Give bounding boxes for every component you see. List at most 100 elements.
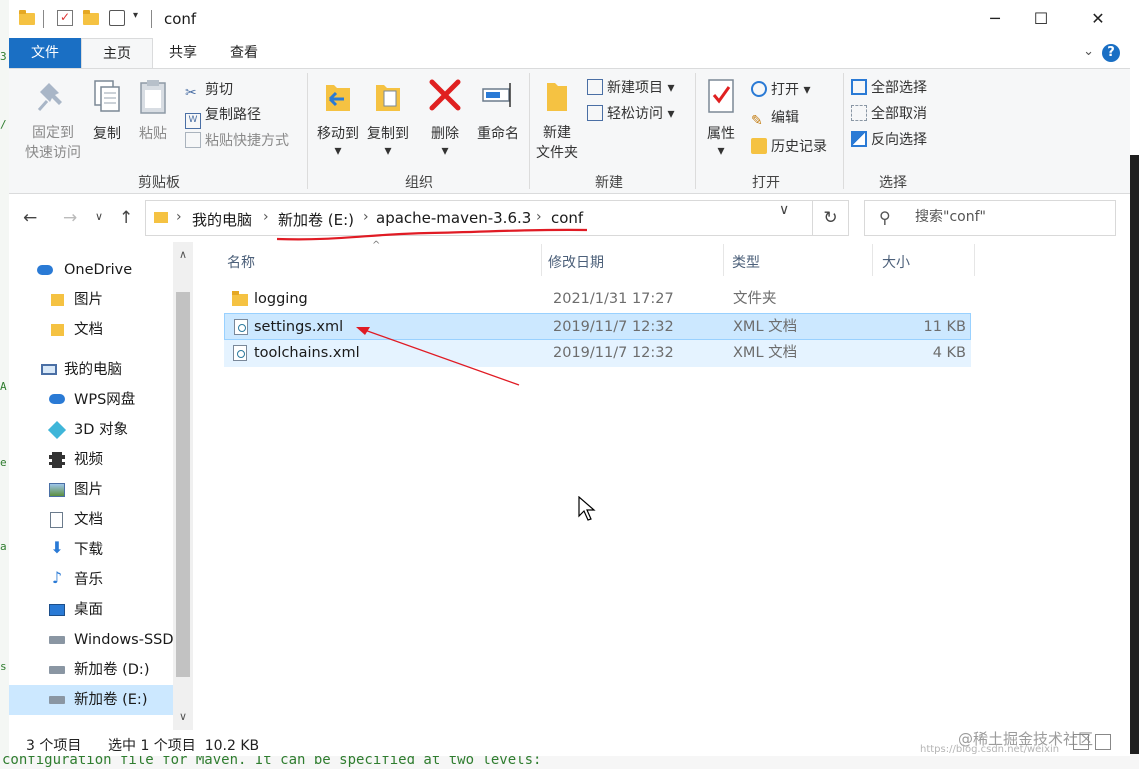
easy-access-icon xyxy=(587,105,603,121)
drive-icon xyxy=(49,696,65,704)
tab-view[interactable]: 查看 xyxy=(213,38,275,68)
search-box[interactable]: ⚲ xyxy=(864,200,1116,236)
copy-path-label: 复制路径 xyxy=(205,107,261,123)
copy-to-icon xyxy=(376,85,400,111)
new-group-label: 新建 xyxy=(595,175,623,191)
open-button[interactable]: 打开 ▾ xyxy=(751,79,810,99)
nav-item-wps-drive[interactable]: WPS网盘 xyxy=(9,385,173,415)
invert-selection-button[interactable]: 反向选择 xyxy=(851,129,927,149)
nav-item-videos[interactable]: 视频 xyxy=(9,445,173,475)
nav-item-onedrive[interactable]: OneDrive xyxy=(9,255,173,285)
copy-to-button[interactable]: 复制到 ▾ xyxy=(363,75,413,159)
nav-item-label: 下载 xyxy=(74,542,103,558)
paste-button[interactable]: 粘贴 xyxy=(133,75,173,143)
history-button[interactable]: 历史记录 xyxy=(751,136,827,156)
open-label: 打开 xyxy=(771,82,799,98)
nav-item-label: 我的电脑 xyxy=(64,362,122,378)
cloud-icon xyxy=(49,394,65,404)
bg-frag: a xyxy=(0,540,7,553)
pin-icon xyxy=(37,83,62,111)
minimize-button[interactable]: ─ xyxy=(972,0,1018,38)
copy-path-icon: W xyxy=(185,113,201,129)
scroll-up-arrow-icon[interactable]: ∧ xyxy=(173,248,193,261)
open-icon xyxy=(751,81,767,97)
file-type: XML 文档 xyxy=(733,345,798,361)
rename-button[interactable]: 重命名 xyxy=(471,75,525,143)
select-all-button[interactable]: 全部选择 xyxy=(851,77,927,97)
close-button[interactable]: ✕ xyxy=(1075,0,1121,38)
easy-access-label: 轻松访问 xyxy=(607,106,663,122)
file-size: 11 KB xyxy=(923,319,966,335)
nav-item-onedrive-pictures[interactable]: 图片 xyxy=(9,285,173,315)
nav-item-music[interactable]: ♪ 音乐 xyxy=(9,565,173,595)
bg-frag: A xyxy=(0,380,7,393)
move-to-button[interactable]: 移动到 ▾ xyxy=(313,75,363,159)
status-selection: 选中 1 个项目 10.2 KB xyxy=(108,738,260,754)
refresh-button[interactable]: ↻ xyxy=(813,200,849,236)
nav-item-documents[interactable]: 文档 xyxy=(9,505,173,535)
easy-access-button[interactable]: 轻松访问 ▾ xyxy=(587,103,674,123)
rename-icon[interactable] xyxy=(109,10,125,26)
copy-label: 复制 xyxy=(93,126,121,142)
scrollbar-thumb[interactable] xyxy=(176,292,190,677)
tab-home[interactable]: 主页 xyxy=(81,38,153,68)
paste-shortcut-button[interactable]: 粘贴快捷方式 xyxy=(185,130,289,150)
edit-button[interactable]: ✎ 编辑 xyxy=(751,107,799,129)
nav-item-drive-d[interactable]: 新加卷 (D:) xyxy=(9,655,173,685)
paste-label: 粘贴 xyxy=(139,126,167,142)
column-separator[interactable] xyxy=(723,244,724,276)
drive-icon xyxy=(49,666,65,674)
cut-button[interactable]: ✂ 剪切 xyxy=(185,79,233,101)
new-folder-button[interactable]: 新建 文件夹 xyxy=(533,75,581,163)
delete-button[interactable]: 删除 ▾ xyxy=(425,75,465,159)
select-group-label: 选择 xyxy=(879,175,907,191)
select-none-button[interactable]: 全部取消 xyxy=(851,103,927,123)
address-dropdown-icon[interactable]: ∨ xyxy=(779,202,789,218)
tab-share[interactable]: 共享 xyxy=(153,38,213,68)
large-icons-view-icon[interactable] xyxy=(1095,734,1111,750)
nav-item-drive-e[interactable]: 新加卷 (E:) xyxy=(9,685,173,715)
mouse-cursor-icon xyxy=(578,496,596,521)
title-bar: ✓ ▾ conf ─ ☐ ✕ xyxy=(9,0,1130,38)
pin-quick-access-button[interactable]: 固定到 快速访问 xyxy=(21,75,85,163)
video-icon xyxy=(49,452,65,468)
properties-button[interactable]: 属性 ▾ xyxy=(701,75,741,159)
nav-item-3d-objects[interactable]: 3D 对象 xyxy=(9,415,173,445)
maximize-button[interactable]: ☐ xyxy=(1018,0,1064,38)
copy-button[interactable]: 复制 xyxy=(87,75,127,143)
column-separator[interactable] xyxy=(974,244,975,276)
nav-item-label: Windows-SSD xyxy=(74,632,173,648)
pin-quick-access-label: 固定到 快速访问 xyxy=(25,125,81,161)
nav-item-onedrive-documents[interactable]: 文档 xyxy=(9,315,173,345)
ribbon-collapse-icon[interactable]: ⌄ xyxy=(1083,44,1094,59)
column-header-size[interactable]: 大小 xyxy=(882,252,910,272)
column-header-type[interactable]: 类型 xyxy=(732,252,760,272)
nav-item-label: WPS网盘 xyxy=(74,392,136,408)
nav-item-label: 新加卷 (E:) xyxy=(74,692,148,708)
column-separator[interactable] xyxy=(872,244,873,276)
new-folder-icon[interactable] xyxy=(83,10,99,25)
new-item-button[interactable]: 新建项目 ▾ xyxy=(587,77,674,97)
status-item-count: 3 个项目 xyxy=(26,738,82,754)
nav-item-desktop[interactable]: 桌面 xyxy=(9,595,173,625)
tab-file[interactable]: 文件 xyxy=(9,38,81,68)
nav-item-pictures[interactable]: 图片 xyxy=(9,475,173,505)
nav-item-downloads[interactable]: ⬇ 下载 xyxy=(9,535,173,565)
customize-quick-access-icon[interactable]: ▾ xyxy=(133,10,149,26)
invert-selection-icon xyxy=(851,131,867,147)
nav-item-label: 音乐 xyxy=(74,572,103,588)
explorer-window: ✓ ▾ conf ─ ☐ ✕ 文件 主页 共享 查看 ⌄ ? 固定到 快速访问 xyxy=(9,0,1130,756)
copy-icon xyxy=(94,80,120,112)
nav-item-windows-ssd[interactable]: Windows-SSD xyxy=(9,625,173,655)
help-icon[interactable]: ? xyxy=(1102,44,1120,62)
open-group-label: 打开 xyxy=(752,175,780,191)
search-icon: ⚲ xyxy=(879,208,891,227)
window-title: conf xyxy=(164,10,197,28)
nav-item-my-computer[interactable]: 我的电脑 xyxy=(9,355,173,385)
folder-icon xyxy=(19,10,35,25)
properties-check-icon[interactable]: ✓ xyxy=(57,10,73,26)
copy-path-button[interactable]: W 复制路径 xyxy=(185,104,261,129)
search-input[interactable] xyxy=(913,208,1107,226)
scroll-down-arrow-icon[interactable]: ∨ xyxy=(173,710,193,723)
navigation-scrollbar[interactable]: ∧ ∨ xyxy=(173,242,193,730)
